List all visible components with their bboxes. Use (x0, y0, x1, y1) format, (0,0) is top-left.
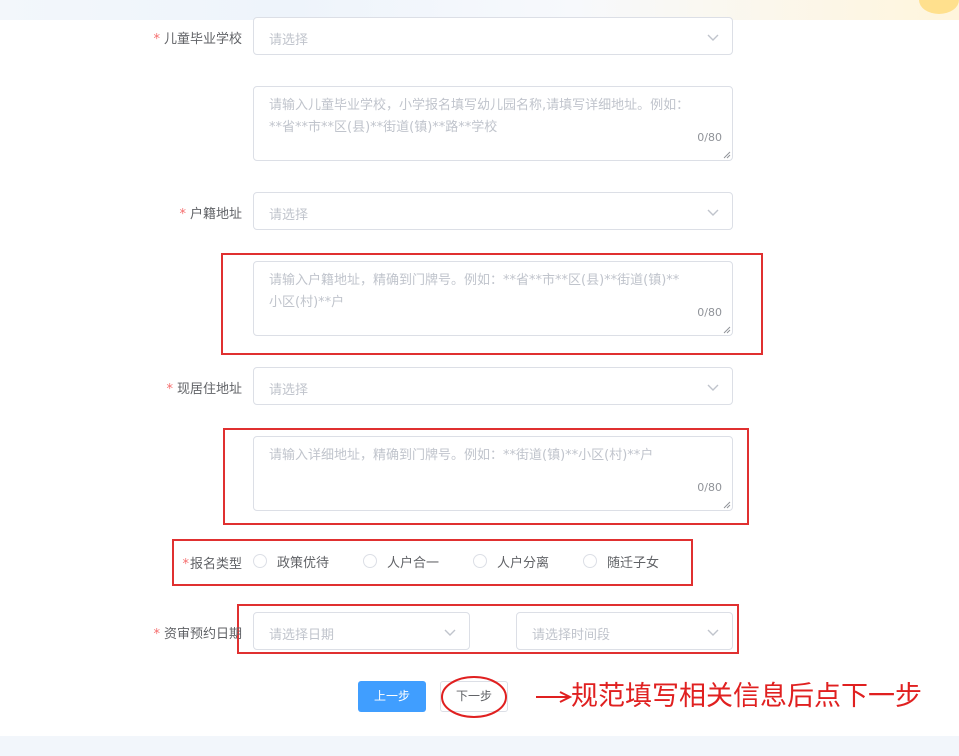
appointment-label: * 资审预约日期 (153, 627, 242, 642)
radio-circle[interactable] (473, 554, 487, 568)
graduation-school-select[interactable]: 请选择 (253, 17, 733, 55)
char-counter: 0/80 (697, 131, 722, 144)
current-address-label: * 现居住地址 (166, 382, 242, 397)
chevron-down-icon (444, 629, 456, 636)
banner-decoration (919, 0, 959, 14)
resize-grip-icon[interactable] (723, 151, 731, 159)
appointment-time-select[interactable]: 请选择时间段 (516, 612, 733, 650)
graduation-school-detail-textarea[interactable]: 请输入儿童毕业学校，小学报名填写幼儿园名称,请填写详细地址。例如：**省**市*… (253, 86, 733, 161)
radio-circle[interactable] (363, 554, 377, 568)
char-counter: 0/80 (697, 306, 722, 319)
annotation-text: 规范填写相关信息后点下一步 (571, 681, 922, 712)
bottom-strip (0, 736, 959, 756)
resize-grip-icon[interactable] (723, 501, 731, 509)
radio-household-separate[interactable]: 人户分离 (473, 553, 549, 571)
prev-step-button[interactable]: 上一步 (358, 681, 426, 712)
household-address-detail-textarea[interactable]: 请输入户籍地址，精确到门牌号。例如：**省**市**区(县)**街道(镇)**小… (253, 261, 733, 336)
radio-migrant-children[interactable]: 随迁子女 (583, 553, 659, 571)
char-counter: 0/80 (697, 481, 722, 494)
chevron-down-icon (707, 629, 719, 636)
radio-circle[interactable] (253, 554, 267, 568)
graduation-school-label: * 儿童毕业学校 (153, 32, 242, 47)
chevron-down-icon (707, 34, 719, 41)
annotation-ellipse-arrow (441, 676, 573, 718)
radio-household-match[interactable]: 人户合一 (363, 553, 439, 571)
current-address-select[interactable]: 请选择 (253, 367, 733, 405)
radio-circle[interactable] (583, 554, 597, 568)
current-address-detail-textarea[interactable]: 请输入详细地址，精确到门牌号。例如：**街道(镇)**小区(村)**户 0/80 (253, 436, 733, 511)
radio-policy-preference[interactable]: 政策优待 (253, 553, 329, 571)
resize-grip-icon[interactable] (723, 326, 731, 334)
appointment-date-select[interactable]: 请选择日期 (253, 612, 470, 650)
household-address-label: * 户籍地址 (179, 207, 242, 222)
chevron-down-icon (707, 384, 719, 391)
household-address-select[interactable]: 请选择 (253, 192, 733, 230)
registration-type-label: *报名类型 (182, 557, 242, 572)
chevron-down-icon (707, 209, 719, 216)
